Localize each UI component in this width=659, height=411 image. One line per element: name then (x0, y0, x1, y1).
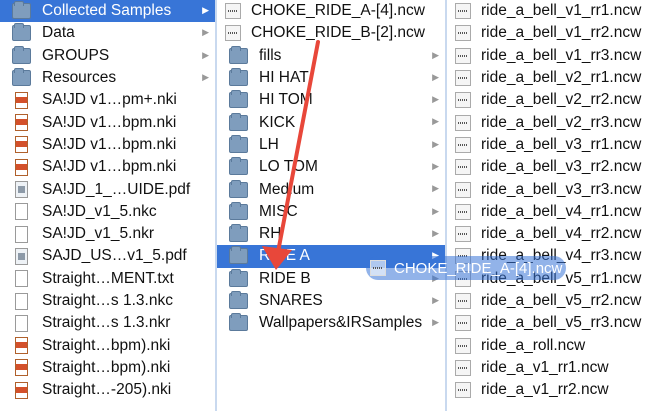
drag-arrow (262, 40, 320, 270)
drag-arrow-head (262, 246, 292, 270)
drag-arrow-shaft (276, 40, 320, 254)
